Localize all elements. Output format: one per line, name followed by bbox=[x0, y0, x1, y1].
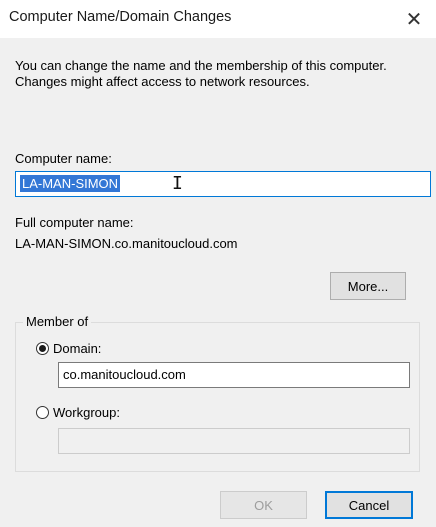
description-text: You can change the name and the membersh… bbox=[15, 58, 387, 89]
text-cursor-icon: I bbox=[172, 173, 183, 194]
computer-name-label: Computer name: bbox=[15, 151, 112, 166]
close-icon[interactable]: ✕ bbox=[392, 0, 436, 38]
computer-name-input[interactable]: LA-MAN-SIMON I bbox=[15, 171, 431, 197]
domain-label: Domain: bbox=[53, 341, 102, 356]
more-button[interactable]: More... bbox=[330, 272, 406, 300]
full-computer-name-label: Full computer name: bbox=[15, 215, 134, 230]
workgroup-radio-row[interactable]: Workgroup: bbox=[36, 405, 120, 420]
dialog-title: Computer Name/Domain Changes bbox=[9, 9, 232, 25]
title-bar: Computer Name/Domain Changes ✕ bbox=[0, 0, 436, 38]
cancel-button[interactable]: Cancel bbox=[325, 491, 413, 519]
computer-name-value: LA-MAN-SIMON bbox=[20, 175, 121, 192]
domain-radio[interactable] bbox=[36, 342, 49, 355]
workgroup-radio[interactable] bbox=[36, 406, 49, 419]
workgroup-input[interactable] bbox=[58, 428, 410, 454]
workgroup-label: Workgroup: bbox=[53, 405, 120, 420]
ok-button[interactable]: OK bbox=[220, 491, 307, 519]
domain-radio-row[interactable]: Domain: bbox=[36, 341, 101, 356]
member-of-label: Member of bbox=[23, 314, 92, 329]
full-computer-name-value: LA-MAN-SIMON.co.manitoucloud.com bbox=[15, 236, 238, 251]
domain-input[interactable]: co.manitoucloud.com bbox=[58, 362, 410, 388]
